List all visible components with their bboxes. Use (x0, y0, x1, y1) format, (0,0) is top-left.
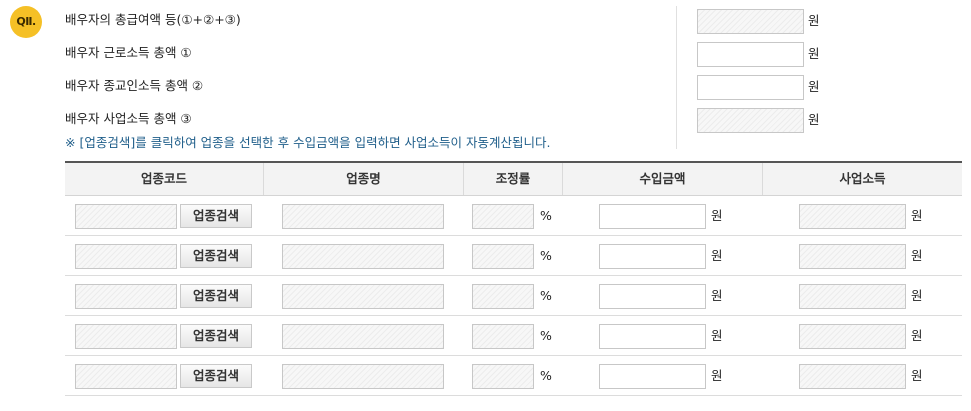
won-unit: 원 (808, 46, 820, 61)
business-search-button[interactable]: 업종검색 (180, 364, 252, 388)
business-name-field (282, 324, 444, 349)
spouse-business-income-label: 배우자 사업소득 총액 ③ (65, 111, 192, 126)
table-row: 업종검색% 원 원 (65, 356, 962, 396)
percent-unit: % (540, 328, 552, 343)
business-income-field (799, 284, 906, 309)
business-income-field (799, 364, 906, 389)
won-unit: 원 (808, 112, 820, 127)
business-code-field (75, 244, 177, 269)
business-income-table: 업종코드 업종명 조정률 수입금액 사업소득 업종검색% 원 원 업종검색% 원 원 업종검… (65, 161, 962, 396)
business-income-field (799, 244, 906, 269)
adjust-rate-field (472, 204, 534, 229)
header-business-code: 업종코드 (140, 171, 187, 186)
won-unit: 원 (711, 208, 723, 223)
percent-unit: % (540, 208, 552, 223)
business-income-field (799, 204, 906, 229)
header-adjust-rate: 조정률 (495, 171, 531, 186)
notice-mark: ※ (65, 135, 76, 150)
business-name-field (282, 204, 444, 229)
adjust-rate-field (472, 244, 534, 269)
table-row: 업종검색% 원 원 (65, 196, 962, 236)
adjust-rate-field (472, 284, 534, 309)
spouse-religious-income-label: 배우자 종교인소득 총액 ② (65, 78, 204, 93)
won-unit: 원 (911, 248, 923, 263)
table-header: 업종코드 업종명 조정률 수입금액 사업소득 (65, 161, 962, 196)
adjust-rate-field (472, 364, 534, 389)
business-income-field (799, 324, 906, 349)
won-unit: 원 (808, 13, 820, 28)
spouse-total-salary-label: 배우자의 총급여액 등(①+②+③) (65, 12, 241, 27)
business-search-button[interactable]: 업종검색 (180, 284, 252, 308)
table-row: 업종검색% 원 원 (65, 236, 962, 276)
percent-unit: % (540, 288, 552, 303)
header-revenue: 수입금액 (639, 171, 686, 186)
spouse-earned-income-label: 배우자 근로소득 총액 ① (65, 45, 192, 60)
percent-unit: % (540, 368, 552, 383)
revenue-input[interactable] (599, 364, 706, 389)
business-search-button[interactable]: 업종검색 (180, 324, 252, 348)
header-business-name: 업종명 (346, 171, 381, 186)
business-name-field (282, 364, 444, 389)
revenue-input[interactable] (599, 204, 706, 229)
business-search-button[interactable]: 업종검색 (180, 204, 252, 228)
notice-text: [업종검색]를 클릭하여 업종을 선택한 후 수입금액을 입력하면 사업소득이 … (79, 135, 551, 150)
auto-calc-notice: ※ [업종검색]를 클릭하여 업종을 선택한 후 수입금액을 입력하면 사업소득… (65, 135, 550, 151)
table-row: 업종검색% 원 원 (65, 316, 962, 356)
won-unit: 원 (911, 208, 923, 223)
adjust-rate-field (472, 324, 534, 349)
business-search-button[interactable]: 업종검색 (180, 244, 252, 268)
won-unit: 원 (911, 288, 923, 303)
spouse-business-income-field (697, 108, 804, 133)
won-unit: 원 (711, 328, 723, 343)
won-unit: 원 (808, 79, 820, 94)
business-name-field (282, 244, 444, 269)
won-unit: 원 (911, 328, 923, 343)
table-body: 업종검색% 원 원 업종검색% 원 원 업종검색% 원 원 업종검색% 원 원 업종검색% 원 원 (65, 196, 962, 396)
table-row: 업종검색% 원 원 (65, 276, 962, 316)
won-unit: 원 (711, 288, 723, 303)
header-business-income: 사업소득 (839, 171, 886, 186)
spouse-total-salary-field (697, 9, 804, 34)
revenue-input[interactable] (599, 284, 706, 309)
section-divider (676, 6, 677, 149)
won-unit: 원 (911, 368, 923, 383)
spouse-earned-income-input[interactable] (697, 42, 804, 67)
business-code-field (75, 324, 177, 349)
won-unit: 원 (711, 248, 723, 263)
revenue-input[interactable] (599, 324, 706, 349)
business-code-field (75, 364, 177, 389)
question-badge: QⅡ. (10, 6, 42, 38)
revenue-input[interactable] (599, 244, 706, 269)
business-code-field (75, 204, 177, 229)
percent-unit: % (540, 248, 552, 263)
business-name-field (282, 284, 444, 309)
spouse-religious-income-input[interactable] (697, 75, 804, 100)
won-unit: 원 (711, 368, 723, 383)
business-code-field (75, 284, 177, 309)
